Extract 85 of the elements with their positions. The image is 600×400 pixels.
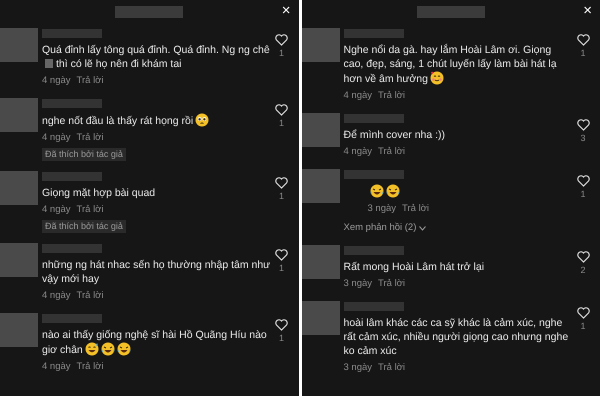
comment-time: 4 ngày <box>42 360 71 374</box>
blurred-username <box>344 170 404 179</box>
comment-time: 3 ngày <box>368 202 396 216</box>
blurred-username <box>344 114 404 123</box>
laughing-tears-face-icon <box>116 342 131 356</box>
laughing-tears-face-icon <box>386 184 400 198</box>
blurred-username <box>42 314 102 323</box>
like-count: 1 <box>278 47 284 60</box>
like-count: 1 <box>278 190 284 203</box>
blurred-username <box>42 172 102 181</box>
like-button[interactable] <box>576 34 590 46</box>
reply-link[interactable]: Trả lời <box>76 203 104 217</box>
sweat-smile-face-icon <box>84 342 99 356</box>
liked-by-creator-label: Đã thích bởi tác giả <box>42 220 126 233</box>
like-button[interactable] <box>275 104 288 116</box>
like-count: 1 <box>278 262 284 275</box>
comment-text: Nghe nổi da gà. hay lắm Hoài Lâm ơi. Giọng cao, đẹp, sáng, 1 chút luyến lấy làm bài hát lạ hơn về âm hưởng <box>344 43 558 86</box>
laughing-tears-face-icon <box>100 342 115 356</box>
comment-text: nghe nốt đầu là thấy rát họng rồi <box>42 113 270 128</box>
like-button[interactable] <box>275 177 288 189</box>
blurred-avatar <box>302 113 340 147</box>
blurred-avatar <box>302 28 340 62</box>
comment-time: 4 ngày <box>42 131 71 145</box>
reply-link[interactable]: Trả lời <box>378 145 406 159</box>
reply-link[interactable]: Trả lời <box>76 131 104 145</box>
reply-link[interactable]: Trả lời <box>76 360 104 374</box>
comment-text: Rất mong Hoài Lâm hát trở lại <box>344 260 486 274</box>
like-button[interactable] <box>275 319 288 331</box>
reply-link[interactable]: Trả lời <box>76 289 104 303</box>
pleading-face-icon <box>195 113 210 127</box>
blurred-avatar <box>0 243 38 277</box>
comment-time: 3 ngày <box>344 277 372 291</box>
reply-link[interactable]: Trả lời <box>76 74 104 88</box>
like-button[interactable] <box>576 251 590 263</box>
comment-time: 4 ngày <box>42 203 71 217</box>
blurred-username <box>42 99 102 108</box>
comment-time: 4 ngày <box>344 89 372 103</box>
blurred-avatar <box>0 98 38 132</box>
reply-link[interactable]: Trả lời <box>378 89 406 103</box>
blurred-username <box>42 244 102 253</box>
laughing-tears-face-icon <box>370 184 384 198</box>
comment-text: những ng hát nhac sến họ thường nhập tâm như vậy mới hay <box>42 258 270 286</box>
blurred-username <box>344 302 404 311</box>
chevron-down-icon <box>419 226 426 230</box>
blurred-avatar <box>0 28 38 62</box>
like-count: 1 <box>278 332 284 345</box>
like-count: 3 <box>580 132 586 145</box>
close-button[interactable]: × <box>583 3 592 19</box>
close-button[interactable]: × <box>282 3 290 19</box>
like-count: 1 <box>278 117 284 130</box>
blurred-avatar <box>302 169 340 203</box>
like-button[interactable] <box>576 175 590 187</box>
comment-text: Để mình cover nha :)) <box>344 128 446 142</box>
comment-time: 4 ngày <box>344 145 372 159</box>
blurred-avatar <box>0 171 38 205</box>
smiling-hearts-face-icon <box>430 71 444 85</box>
reply-link[interactable]: Trả lời <box>378 361 406 375</box>
blurred-title <box>115 6 184 18</box>
blurred-title <box>416 6 485 18</box>
comment-text: hoài lâm khác các ca sỹ khác là cảm xúc, nghe rất cảm xúc, nhiều người giọng cao nhưng nghe ko cảm xúc <box>344 316 570 358</box>
redaction-block <box>45 59 53 68</box>
reply-link[interactable]: Trả lời <box>402 202 430 216</box>
like-count: 1 <box>580 188 586 201</box>
liked-by-creator-label: Đã thích bởi tác giả <box>42 148 126 161</box>
view-replies-button[interactable]: Xem phản hồi (2) <box>344 221 426 235</box>
like-button[interactable] <box>275 34 288 46</box>
like-button[interactable] <box>576 307 590 319</box>
reply-link[interactable]: Trả lời <box>378 277 406 291</box>
blurred-avatar <box>302 301 340 335</box>
blurred-avatar <box>302 245 340 279</box>
comment-time: 4 ngày <box>42 289 71 303</box>
comment-time: 4 ngày <box>42 74 71 88</box>
blurred-username <box>42 29 102 38</box>
blurred-username <box>344 246 404 255</box>
like-button[interactable] <box>576 119 590 131</box>
like-count: 2 <box>580 264 586 277</box>
comment-time: 3 ngày <box>344 361 372 375</box>
comment-text: Giọng mặt hợp bài quad <box>42 186 156 200</box>
like-button[interactable] <box>275 249 288 261</box>
like-count: 1 <box>580 47 586 60</box>
comment-text: Quá đỉnh lấy tông quá đỉnh. Quá đỉnh. Ng ng chê thì có lẽ họ nên đi khám tai <box>42 43 270 71</box>
blurred-avatar <box>0 313 38 347</box>
comment-text: nào ai thấy giống nghệ sĩ hài Hồ Quãng Híu nào giơ chân <box>42 328 268 357</box>
like-count: 1 <box>580 320 586 333</box>
blurred-username <box>344 29 404 38</box>
